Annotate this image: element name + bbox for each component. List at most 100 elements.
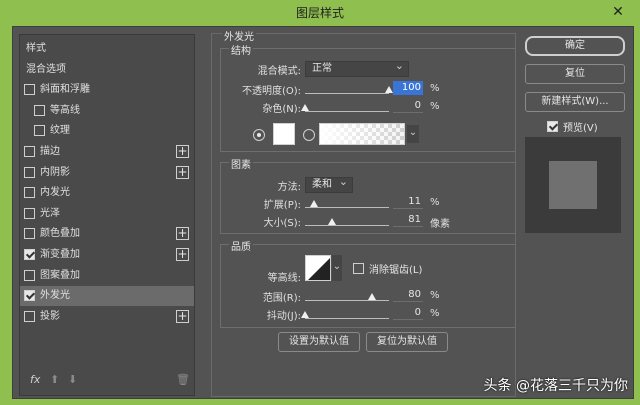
move-up-icon[interactable]: ⬆ xyxy=(50,373,59,386)
glow-gradient-swatch[interactable] xyxy=(319,123,405,145)
layer-style-dialog: 样式 混合选项 斜面和浮雕 等高线 纹理 描边 + 内阴影 + 内发光 光泽 颜色叠加 + 渐变叠加 + 图案… xyxy=(12,26,634,399)
spread-input[interactable]: 11 xyxy=(393,195,423,209)
style-checkbox[interactable] xyxy=(24,187,35,199)
quality-title: 品质 xyxy=(229,238,253,253)
style-checkbox[interactable] xyxy=(34,104,45,116)
trash-icon[interactable]: 🗑 xyxy=(176,373,190,386)
style-item-label: 颜色叠加 xyxy=(40,228,80,240)
contour-label: 等高线: xyxy=(267,273,301,284)
size-input[interactable]: 81 xyxy=(393,213,423,227)
style-list-item[interactable]: 光泽 xyxy=(20,204,194,224)
style-checkbox[interactable] xyxy=(24,146,35,157)
antialias-checkbox[interactable] xyxy=(353,263,364,274)
style-list-item[interactable]: 斜面和浮雕 xyxy=(20,80,194,100)
add-effect-icon[interactable]: + xyxy=(176,165,189,179)
style-item-label: 斜面和浮雕 xyxy=(40,84,90,96)
new-style-button[interactable]: 新建样式(W)... xyxy=(525,92,625,112)
style-checkbox[interactable] xyxy=(24,290,35,302)
style-list-item[interactable]: 混合选项 xyxy=(20,60,194,80)
opacity-slider-track[interactable] xyxy=(305,93,389,94)
opacity-input[interactable]: 100 xyxy=(393,81,423,95)
range-slider-track[interactable] xyxy=(305,300,389,301)
antialias-label[interactable]: 消除锯齿(L) xyxy=(369,261,422,276)
style-checkbox[interactable] xyxy=(24,84,35,96)
close-icon[interactable]: ✕ xyxy=(606,2,630,22)
style-list-item[interactable]: 纹理 xyxy=(20,121,194,141)
style-checkbox[interactable] xyxy=(34,125,45,137)
elements-group: 图素 方法: 柔和 扩展(P): 11 % 大小(S): 81 像素 xyxy=(220,156,516,234)
reset-button[interactable]: 复位 xyxy=(525,64,625,84)
jitter-input[interactable]: 0 xyxy=(393,306,423,320)
noise-slider-handle[interactable] xyxy=(301,104,309,111)
gradient-radio[interactable] xyxy=(303,129,315,141)
spread-unit: % xyxy=(430,197,440,208)
style-item-label: 等高线 xyxy=(50,104,80,116)
style-item-label: 投影 xyxy=(40,310,60,322)
style-checkbox[interactable] xyxy=(24,166,35,178)
style-list-item[interactable]: 渐变叠加 + xyxy=(20,245,194,265)
style-list: 样式 混合选项 斜面和浮雕 等高线 纹理 描边 + 内阴影 + 内发光 光泽 颜色叠加 + 渐变叠加 + 图案… xyxy=(19,34,195,396)
structure-group: 结构 混合模式: 正常 不透明度(O): 100 % 杂色(N): 0 % ⌄ xyxy=(220,42,516,152)
technique-select[interactable]: 柔和 xyxy=(305,175,353,193)
range-slider-handle[interactable] xyxy=(368,293,377,300)
spread-slider-handle[interactable] xyxy=(310,200,319,207)
style-list-item[interactable]: 颜色叠加 + xyxy=(20,224,194,244)
preview-label[interactable]: 预览(V) xyxy=(563,119,598,134)
contour-curve-icon xyxy=(308,258,330,280)
range-unit: % xyxy=(430,290,440,301)
contour-dropdown-icon[interactable]: ⌄ xyxy=(332,255,342,281)
style-checkbox[interactable] xyxy=(24,249,35,260)
range-label: 范围(R): xyxy=(262,293,301,304)
style-checkbox[interactable] xyxy=(24,228,35,240)
add-effect-icon[interactable]: + xyxy=(176,309,189,323)
style-list-item[interactable]: 样式 xyxy=(20,39,194,59)
jitter-slider-track[interactable] xyxy=(305,318,389,319)
elements-title: 图素 xyxy=(229,156,253,171)
make-default-button[interactable]: 设置为默认值 xyxy=(278,332,360,352)
noise-slider-track[interactable] xyxy=(305,111,389,112)
style-item-label: 描边 xyxy=(40,146,60,157)
glow-color-swatch[interactable] xyxy=(273,123,295,145)
style-list-item[interactable]: 图案叠加 xyxy=(20,266,194,286)
preview-checkbox[interactable] xyxy=(547,121,558,132)
style-checkbox[interactable] xyxy=(24,207,35,219)
opacity-unit: % xyxy=(430,83,440,94)
size-unit: 像素 xyxy=(430,219,450,230)
style-list-item[interactable]: 投影 + xyxy=(20,307,194,327)
gradient-dropdown-icon[interactable]: ⌄ xyxy=(407,125,419,143)
section-title: 外发光 xyxy=(222,28,256,43)
solid-color-radio[interactable] xyxy=(253,129,265,141)
opacity-slider-handle[interactable] xyxy=(385,86,393,93)
size-slider-track[interactable] xyxy=(305,225,389,226)
reset-default-button[interactable]: 复位为默认值 xyxy=(366,332,448,352)
style-list-item[interactable]: 外发光 xyxy=(20,286,194,307)
blend-mode-select[interactable]: 正常 xyxy=(305,59,409,77)
add-effect-icon[interactable]: + xyxy=(176,145,189,158)
style-preview xyxy=(525,137,621,233)
style-list-item[interactable]: 内阴影 + xyxy=(20,163,194,183)
range-input[interactable]: 80 xyxy=(393,288,423,302)
style-list-item[interactable]: 内发光 xyxy=(20,183,194,203)
size-slider-handle[interactable] xyxy=(327,218,336,225)
title-bar: 图层样式 ✕ xyxy=(0,0,640,24)
window-title: 图层样式 xyxy=(295,6,344,20)
move-down-icon[interactable]: ⬇ xyxy=(68,373,77,386)
style-list-item[interactable]: 等高线 xyxy=(20,101,194,121)
style-preview-swatch xyxy=(549,161,597,209)
style-list-item[interactable]: 描边 + xyxy=(20,142,194,162)
style-item-label: 光泽 xyxy=(40,207,60,219)
jitter-label: 抖动(J): xyxy=(266,311,301,322)
style-checkbox[interactable] xyxy=(24,310,35,322)
noise-input[interactable]: 0 xyxy=(393,99,423,113)
spread-slider-track[interactable] xyxy=(305,207,389,208)
size-label: 大小(S): xyxy=(263,218,301,229)
outer-glow-panel: 外发光 结构 混合模式: 正常 不透明度(O): 100 % 杂色(N): 0 … xyxy=(211,28,516,397)
contour-preview[interactable] xyxy=(305,255,331,281)
add-effect-icon[interactable]: + xyxy=(176,227,189,241)
style-item-label: 渐变叠加 xyxy=(40,249,80,260)
fx-icon[interactable]: fx xyxy=(30,373,40,386)
jitter-slider-handle[interactable] xyxy=(301,311,309,318)
add-effect-icon[interactable]: + xyxy=(176,248,189,261)
ok-button[interactable]: 确定 xyxy=(525,36,625,56)
style-checkbox[interactable] xyxy=(24,269,35,281)
